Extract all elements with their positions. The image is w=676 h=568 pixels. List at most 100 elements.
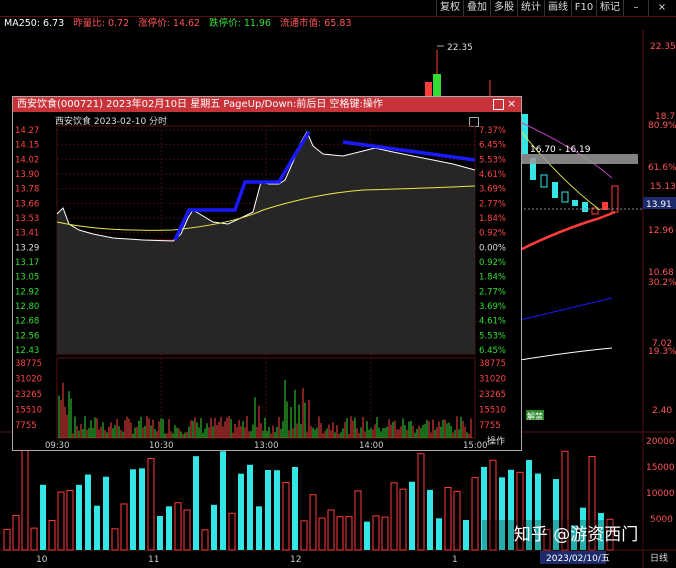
price-tick-label: 14.02	[15, 155, 39, 165]
price-tick-label: 12.43	[15, 346, 39, 356]
pct-tick-label: 7.37%	[479, 126, 506, 136]
multi-stock-button[interactable]: 多股	[490, 0, 517, 16]
intraday-chart[interactable]: 14.27 7.37% 14.15 6.45% 14.02 5.53% 13.90 4.61%…	[13, 112, 521, 450]
price-tick-label: 13.41	[15, 229, 39, 239]
minus-icon[interactable]: –	[623, 0, 648, 16]
volume-bar	[21, 449, 29, 551]
price-tick-label: 13.53	[15, 214, 39, 224]
volume-ratio-label: 昨量比: 0.72	[73, 18, 130, 29]
price-axis-label: 2.40	[652, 406, 672, 416]
volume-bar	[381, 516, 389, 551]
volume-bar	[345, 516, 353, 551]
pct-tick-label: 1.84%	[479, 273, 506, 283]
volume-bar	[247, 464, 253, 550]
price-tick-label: 14.27	[15, 126, 39, 136]
volume-bar	[57, 491, 65, 551]
timeframe-label[interactable]: 日线	[650, 552, 668, 564]
volume-bar	[130, 469, 136, 550]
volume-bar	[364, 521, 370, 550]
overlay-button[interactable]: 叠加	[463, 0, 490, 16]
time-tick-label: 13:00	[254, 441, 279, 450]
price-axis-label: 22.35	[650, 42, 676, 52]
price-tick-label: 13.05	[15, 273, 39, 283]
volume-tick-label: 23265	[15, 390, 42, 400]
volume-tick-label: 7755	[479, 421, 501, 431]
price-tick-label: 12.56	[15, 331, 39, 341]
volume-bar	[193, 456, 199, 550]
volume-bar	[94, 505, 100, 550]
stats-button[interactable]: 统计	[517, 0, 544, 16]
volume-bar	[147, 458, 155, 551]
volume-bar	[336, 516, 344, 551]
volume-bar	[238, 473, 244, 550]
price-tick-label: 13.90	[15, 170, 39, 180]
volume-bar	[399, 488, 407, 551]
volume-bar	[417, 453, 425, 551]
volume-bar	[282, 481, 290, 551]
volume-bar	[220, 451, 226, 550]
volume-bar	[444, 487, 452, 551]
indicator-line: MA250: 6.73 昨量比: 0.72 涨停价: 14.62 跌停价: 11…	[4, 18, 357, 30]
volume-bar	[120, 503, 128, 551]
x-tick-label: 11	[148, 555, 159, 565]
pct-axis-label: 19.3%	[648, 347, 676, 357]
volume-bar	[30, 527, 38, 551]
volume-bar	[40, 484, 46, 550]
pct-tick-label: 3.69%	[479, 185, 506, 195]
action-button[interactable]: 操作	[487, 437, 505, 447]
volume-tick-label: 7755	[15, 421, 37, 431]
volume-bar	[139, 468, 145, 550]
volume-tick-label: 31020	[479, 375, 506, 385]
price-axis-label: 12.96	[648, 226, 674, 236]
volume-tick-label: 38775	[479, 359, 506, 369]
popup-title: 西安饮食(000721) 2023年02月10日 星期五 PageUp/Down…	[17, 99, 383, 110]
volume-bar	[48, 519, 56, 551]
toolbar: 复权 叠加 多股 统计 画线 F10 标记 – ×	[0, 0, 676, 17]
volume-bar	[183, 509, 191, 551]
pct-tick-label: 2.77%	[479, 199, 506, 209]
time-tick-label: 10:30	[149, 441, 174, 450]
x-tick-label: 1	[452, 555, 458, 565]
volume-tick-label: 15510	[15, 406, 42, 416]
volume-bar	[76, 484, 82, 550]
pct-tick-label: 4.61%	[479, 317, 506, 327]
time-tick-label: 09:30	[45, 441, 70, 450]
f10-button[interactable]: F10	[571, 0, 596, 16]
volume-tick-label: 23265	[479, 390, 506, 400]
price-tick-label: 12.92	[15, 287, 39, 297]
volume-bar	[427, 489, 433, 550]
volume-axis-label: 10000	[646, 489, 675, 499]
volume-bar	[157, 515, 163, 550]
volume-bar	[12, 514, 20, 551]
volume-bar	[300, 520, 308, 551]
volume-axis-label: 20000	[646, 437, 675, 447]
popup-title-bar[interactable]: 西安饮食(000721) 2023年02月10日 星期五 PageUp/Down…	[13, 97, 521, 112]
volume-bar	[354, 490, 362, 551]
volume-bar	[265, 469, 271, 550]
maximize-icon[interactable]	[493, 99, 504, 110]
volume-tick-label: 31020	[15, 375, 42, 385]
pct-axis-label: 80.9%	[648, 121, 676, 131]
draw-line-button[interactable]: 画线	[544, 0, 571, 16]
pct-axis-label: 30.2%	[648, 278, 676, 288]
volume-bar	[201, 529, 209, 551]
volume-bar	[471, 477, 479, 551]
intraday-popup[interactable]: 西安饮食(000721) 2023年02月10日 星期五 PageUp/Down…	[12, 96, 522, 451]
ma250-label: MA250: 6.73	[4, 18, 65, 29]
close-icon[interactable]: ×	[507, 98, 516, 109]
volume-bar	[211, 504, 217, 550]
mark-button[interactable]: 标记	[596, 0, 623, 16]
fuquan-button[interactable]: 复权	[436, 0, 463, 16]
volume-bar	[174, 502, 182, 551]
pct-tick-label: 0.92%	[479, 258, 506, 268]
pct-tick-label: 0.00%	[479, 243, 506, 253]
volume-bar	[166, 506, 172, 550]
close-icon[interactable]: ×	[648, 0, 675, 16]
watermark: 知乎 @游资西门	[482, 520, 670, 550]
pct-axis-label: 61.6%	[648, 163, 676, 173]
pct-tick-label: 1.84%	[479, 214, 506, 224]
range-label: 16.70 - 16.19	[530, 145, 591, 155]
peak-price-label: 22.35	[447, 43, 473, 53]
volume-bar	[228, 512, 236, 551]
price-axis-label: 10.68	[648, 268, 674, 278]
